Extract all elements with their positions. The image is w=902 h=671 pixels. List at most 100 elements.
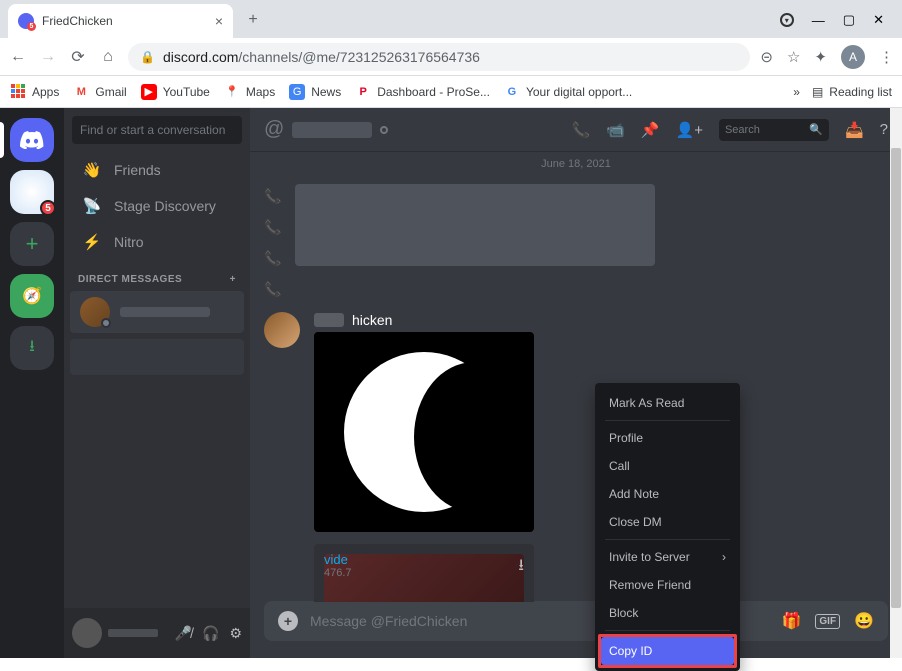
menu-block[interactable]: Block <box>601 599 734 627</box>
close-window-icon[interactable]: ✕ <box>873 12 884 28</box>
menu-remove-friend[interactable]: Remove Friend <box>601 571 734 599</box>
chat-area: @ 📞 📹 📌 👤+ Search🔍 📥 ? June 18, 2021 📞 📞… <box>250 108 902 658</box>
date-divider: June 18, 2021 <box>264 152 888 176</box>
message-group: 📞 📞 📞 📞 <box>264 184 888 298</box>
home-button[interactable] <box>10 118 54 162</box>
attach-icon[interactable]: + <box>278 611 298 631</box>
dm-username-redacted <box>120 307 210 317</box>
menu-add-note[interactable]: Add Note <box>601 480 734 508</box>
call-icon: 📞 <box>264 281 281 298</box>
menu-separator <box>605 630 730 631</box>
pinned-messages-icon[interactable]: 📌 <box>641 121 660 139</box>
settings-icon[interactable]: ⚙ <box>229 625 242 642</box>
bookmark-news[interactable]: GNews <box>289 84 341 100</box>
dm-conversation[interactable] <box>70 291 244 333</box>
maximize-icon[interactable]: ▢ <box>843 12 855 28</box>
back-button[interactable]: ← <box>8 48 28 66</box>
self-username-redacted <box>108 629 158 637</box>
search-input[interactable]: Search🔍 <box>719 119 829 141</box>
menu-invite-to-server[interactable]: Invite to Server› <box>601 543 734 571</box>
extensions-icon[interactable]: ✦ <box>814 48 827 66</box>
nitro-nav[interactable]: ⚡Nitro <box>70 225 244 259</box>
account-indicator-icon[interactable] <box>780 13 794 27</box>
news-icon: G <box>289 84 305 100</box>
chevron-right-icon: › <box>722 550 726 564</box>
mute-icon[interactable]: 🎤̸ <box>175 625 192 642</box>
dm-placeholder <box>70 339 244 375</box>
message-list[interactable]: June 18, 2021 📞 📞 📞 📞 hicken <box>250 152 902 602</box>
emoji-icon[interactable]: 😀 <box>854 611 874 631</box>
self-avatar[interactable] <box>72 618 102 648</box>
scrollbar-thumb[interactable] <box>891 148 901 608</box>
call-icons-column: 📞 📞 📞 📞 <box>264 184 281 298</box>
status-indicator <box>380 126 388 134</box>
add-server-button[interactable]: + <box>10 222 54 266</box>
minimize-icon[interactable]: — <box>812 13 825 28</box>
notification-badge: 5 <box>40 200 56 216</box>
menu-mark-as-read[interactable]: Mark As Read <box>601 389 734 417</box>
bookmark-gmail[interactable]: MGmail <box>73 84 126 100</box>
compass-icon: 🧭 <box>22 286 42 306</box>
download-apps-button[interactable]: ⭳ <box>10 326 54 370</box>
reading-list-button[interactable]: ▤Reading list <box>812 85 892 99</box>
video-call-icon[interactable]: 📹 <box>606 121 625 139</box>
url-path: /channels/@me/723125263176564736 <box>238 49 480 65</box>
profile-avatar[interactable]: A <box>841 45 865 69</box>
message-avatar[interactable] <box>264 312 300 348</box>
zoom-icon[interactable]: ⊝ <box>760 48 773 66</box>
tab-title: FriedChicken <box>42 14 113 28</box>
menu-icon[interactable]: ⋮ <box>879 48 894 66</box>
download-icon[interactable]: ⭳ <box>518 554 524 581</box>
explore-servers-button[interactable]: 🧭 <box>10 274 54 318</box>
call-icon: 📞 <box>264 250 281 267</box>
server-list: 5 + 🧭 ⭳ <box>0 108 64 658</box>
menu-profile[interactable]: Profile <box>601 424 734 452</box>
gift-icon[interactable]: 🎁 <box>781 611 801 631</box>
lock-icon: 🔒 <box>140 50 155 64</box>
bookmark-maps[interactable]: 📍Maps <box>224 84 275 100</box>
friends-nav[interactable]: 👋Friends <box>70 153 244 187</box>
user-avatar <box>80 297 110 327</box>
address-bar[interactable]: 🔒 discord.com/channels/@me/7231252631765… <box>128 43 750 71</box>
video-attachment[interactable]: vide 476.7 ⭳ <box>314 544 534 602</box>
forward-button: → <box>38 48 58 66</box>
create-dm-icon[interactable]: + <box>230 274 236 285</box>
server-item[interactable]: 5 <box>10 170 54 214</box>
close-tab-icon[interactable]: × <box>215 13 223 29</box>
stage-discovery-nav[interactable]: 📡Stage Discovery <box>70 189 244 223</box>
maps-icon: 📍 <box>224 84 240 100</box>
bookmark-youtube[interactable]: ▶YouTube <box>141 84 210 100</box>
bookmark-dashboard[interactable]: PDashboard - ProSe... <box>355 84 490 100</box>
youtube-icon: ▶ <box>141 84 157 100</box>
help-icon[interactable]: ? <box>880 121 888 138</box>
discord-app: 5 + 🧭 ⭳ Find or start a conversation 👋Fr… <box>0 108 902 658</box>
home-button[interactable]: ⌂ <box>98 48 118 66</box>
bookmark-apps[interactable]: Apps <box>10 84 59 100</box>
deafen-icon[interactable]: 🎧 <box>202 625 219 642</box>
channel-name-redacted <box>292 122 372 138</box>
image-attachment[interactable] <box>314 332 534 532</box>
menu-call[interactable]: Call <box>601 452 734 480</box>
voice-call-icon[interactable]: 📞 <box>571 121 590 139</box>
menu-close-dm[interactable]: Close DM <box>601 508 734 536</box>
page-scrollbar[interactable] <box>890 108 902 658</box>
bookmark-star-icon[interactable]: ☆ <box>787 48 800 66</box>
find-conversation-input[interactable]: Find or start a conversation <box>72 116 242 144</box>
inbox-icon[interactable]: 📥 <box>845 121 864 139</box>
browser-tab-strip: FriedChicken × + — ▢ ✕ <box>0 0 902 38</box>
gmail-icon: M <box>73 84 89 100</box>
message-input[interactable]: + Message @FriedChicken 🎁 GIF 😀 <box>264 601 888 641</box>
gif-icon[interactable]: GIF <box>815 614 840 629</box>
url-host: discord.com <box>163 49 238 65</box>
menu-separator <box>605 420 730 421</box>
browser-tab[interactable]: FriedChicken × <box>8 4 233 38</box>
reload-button[interactable]: ⟳ <box>68 47 88 67</box>
discord-favicon <box>18 13 34 29</box>
bookmark-digital[interactable]: GYour digital opport... <box>504 84 632 100</box>
browser-toolbar: ← → ⟳ ⌂ 🔒 discord.com/channels/@me/72312… <box>0 38 902 76</box>
message-input-area: + Message @FriedChicken 🎁 GIF 😀 <box>250 602 902 658</box>
bookmark-overflow-icon[interactable]: » <box>793 85 800 99</box>
new-tab-button[interactable]: + <box>239 6 267 34</box>
add-friends-icon[interactable]: 👤+ <box>676 121 703 139</box>
menu-copy-id[interactable]: Copy ID <box>601 637 734 665</box>
